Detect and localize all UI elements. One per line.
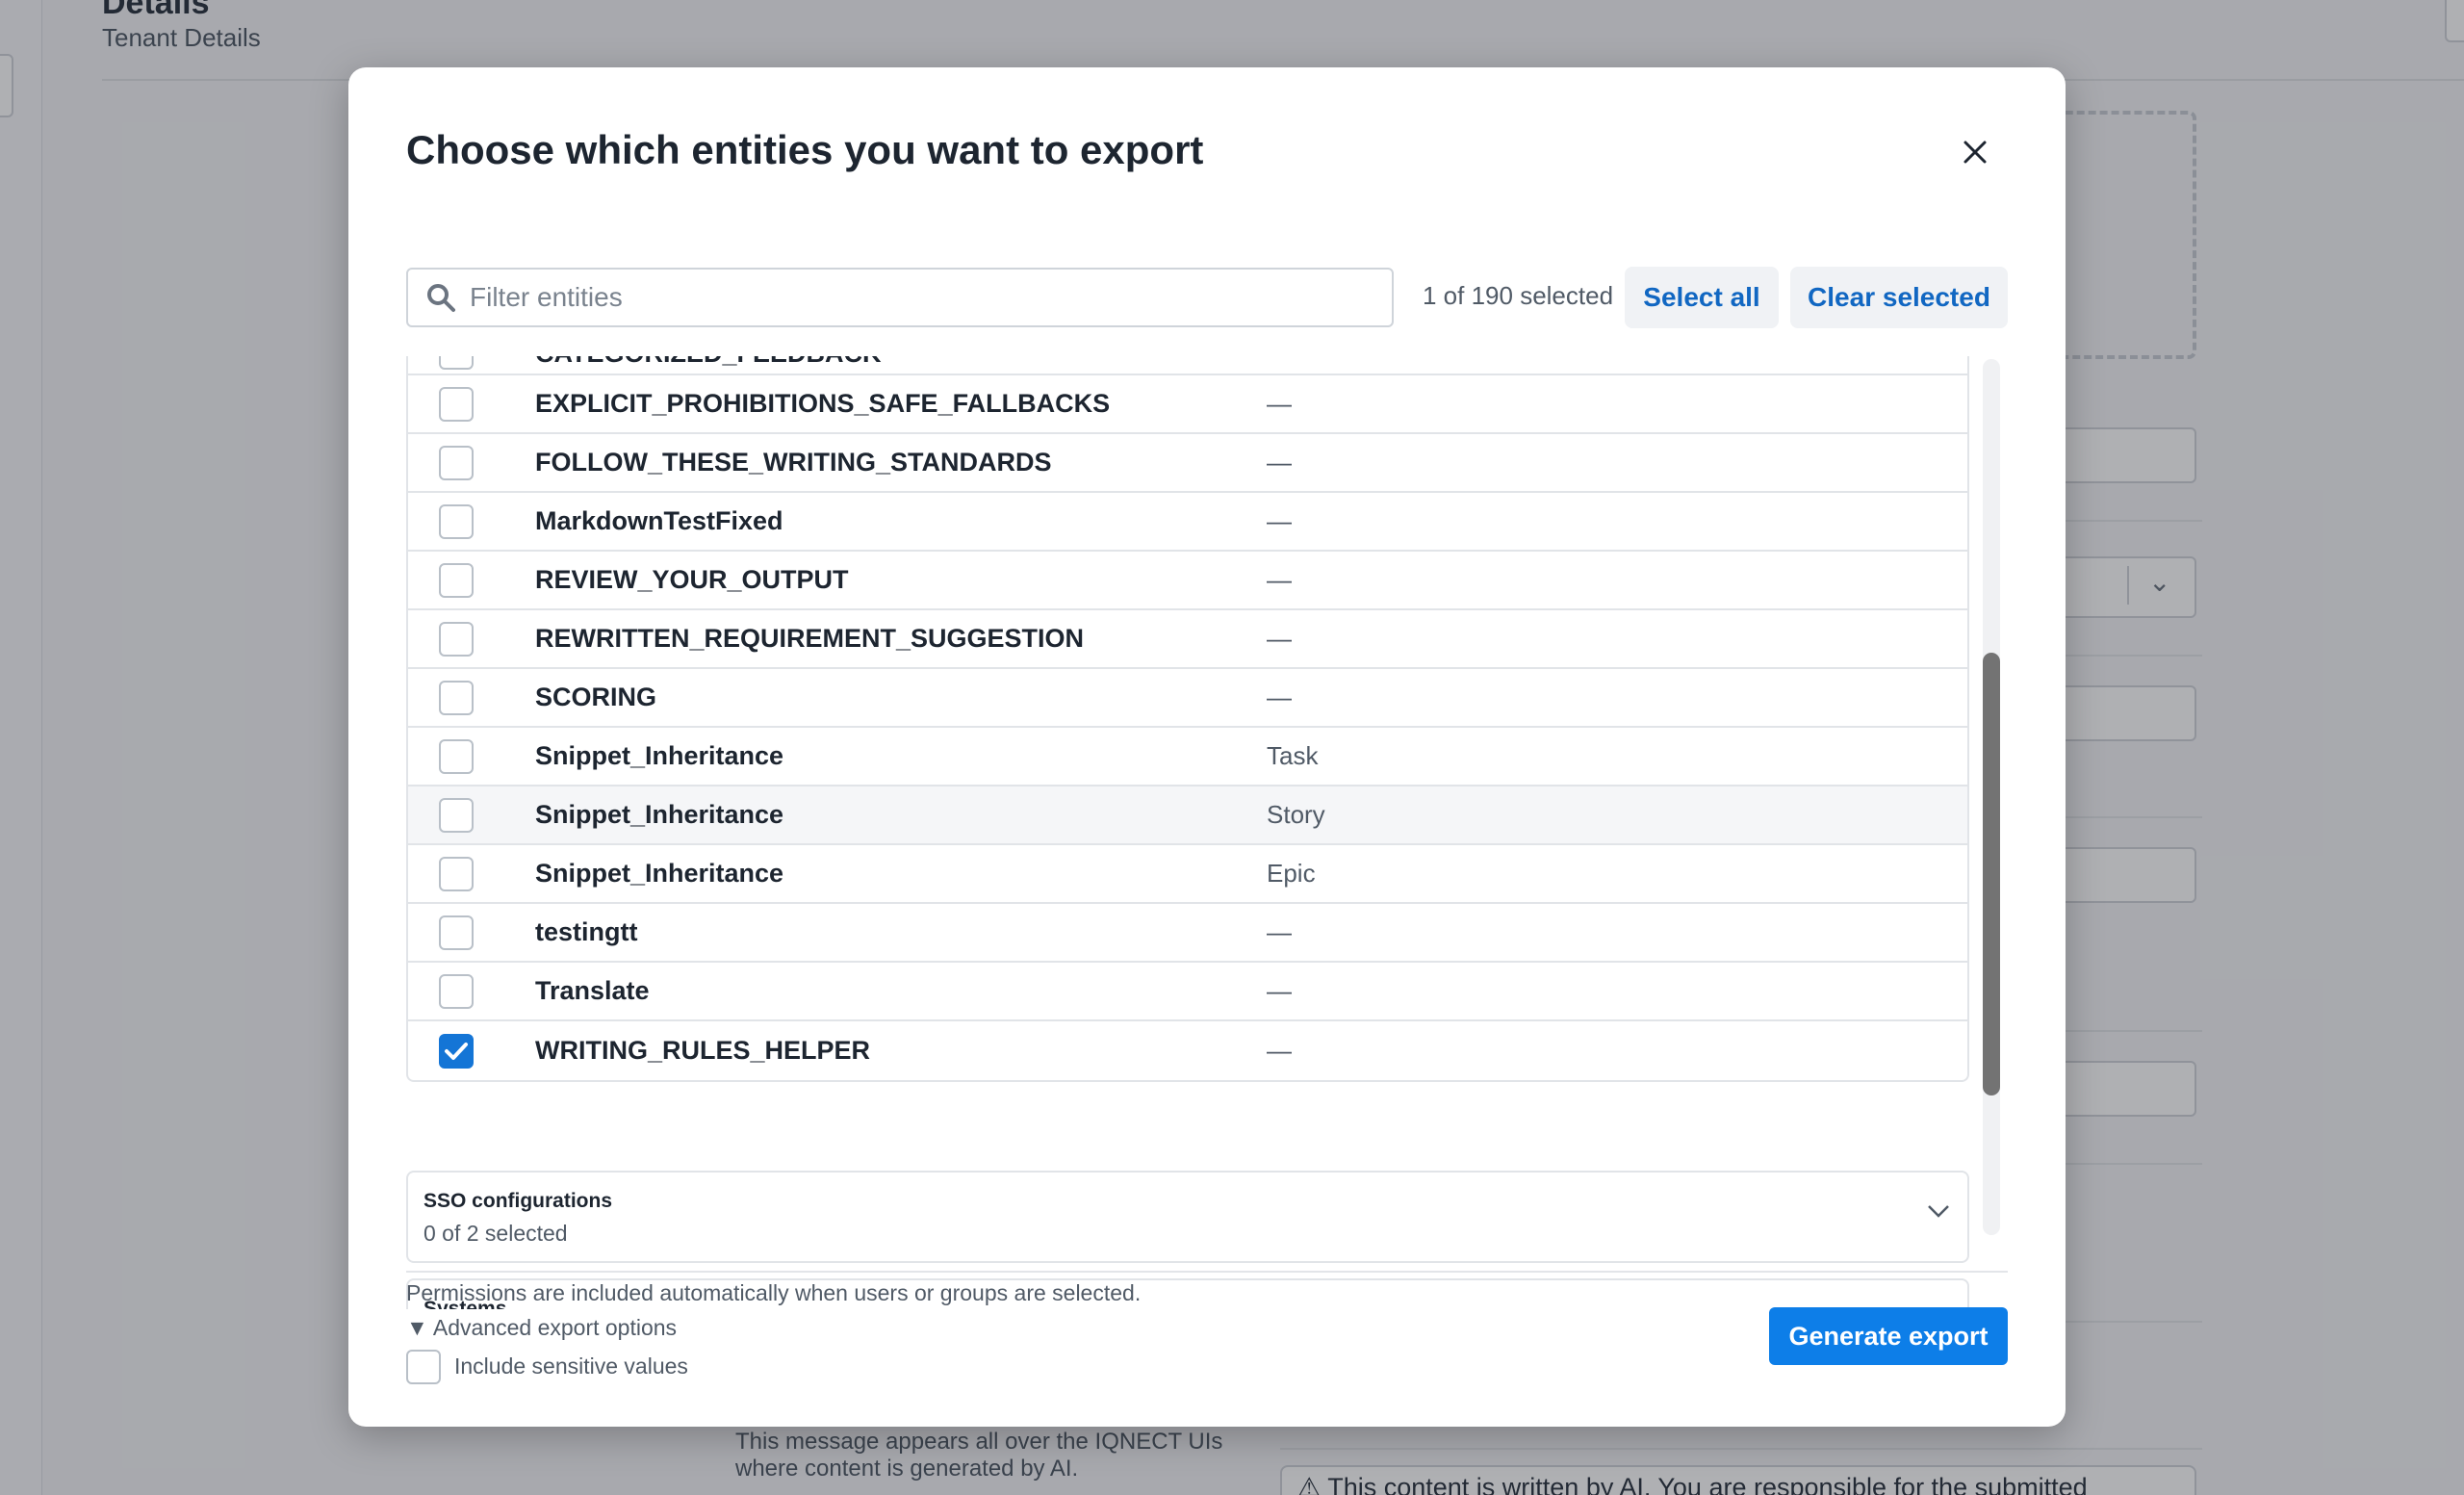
row-name: REVIEW_YOUR_OUTPUT [535, 565, 849, 594]
row-type: Story [1267, 800, 1325, 829]
row-type: — [1267, 917, 1292, 946]
table-row[interactable]: Translate — [408, 963, 1967, 1021]
row-checkbox[interactable] [439, 738, 474, 774]
row-type: — [1267, 1036, 1292, 1065]
table-row[interactable]: Snippet_Inheritance Epic [408, 845, 1967, 904]
row-type: — [1267, 683, 1292, 711]
row-name: testingtt [535, 917, 638, 946]
group-count: 0 of 2 selected [424, 1221, 568, 1246]
select-all-button[interactable]: Select all [1625, 267, 1779, 328]
table-row[interactable]: Snippet_Inheritance Task [408, 728, 1967, 786]
search-icon [427, 284, 455, 312]
selection-count: 1 of 190 selected [1423, 281, 1614, 310]
group-title: SSO configurations [424, 1190, 613, 1212]
row-checkbox[interactable] [439, 1033, 474, 1069]
row-checkbox[interactable] [439, 386, 474, 422]
row-name: FOLLOW_THESE_WRITING_STANDARDS [535, 448, 1052, 477]
row-name: Snippet_Inheritance [535, 859, 784, 888]
row-type: — [1267, 624, 1292, 653]
row-type: — [1267, 976, 1292, 1005]
row-name: EXPLICIT_PROHIBITIONS_SAFE_FALLBACKS [535, 389, 1111, 418]
advanced-options-toggle[interactable]: ▼ Advanced export options [406, 1315, 677, 1341]
table-row[interactable]: EXPLICIT_PROHIBITIONS_SAFE_FALLBACKS — [408, 375, 1967, 434]
row-checkbox[interactable] [439, 797, 474, 833]
modal-title: Choose which entities you want to export [406, 127, 1204, 172]
row-name: MarkdownTestFixed [535, 506, 783, 535]
row-type: — [1267, 506, 1292, 535]
row-checkbox[interactable] [439, 562, 474, 598]
row-name: SCORING [535, 683, 657, 711]
row-type: — [1267, 448, 1292, 477]
divider [406, 1271, 2008, 1273]
checkmark-icon [445, 1042, 468, 1060]
scrollbar-track[interactable] [1983, 359, 2000, 1235]
row-name: CATEGORIZED_FEEDBACK [535, 356, 882, 369]
include-sensitive-label: Include sensitive values [454, 1353, 688, 1379]
row-checkbox[interactable] [439, 503, 474, 539]
row-checkbox[interactable] [439, 973, 474, 1009]
chevron-down-icon [1928, 1205, 1949, 1218]
row-type: Task [1267, 741, 1319, 770]
close-icon [1964, 141, 1987, 164]
table-row[interactable]: SCORING — [408, 669, 1967, 728]
search-field[interactable] [406, 268, 1394, 327]
row-name: REWRITTEN_REQUIREMENT_SUGGESTION [535, 624, 1085, 653]
table-row[interactable]: Snippet_Inheritance Story [408, 786, 1967, 845]
row-type: — [1267, 565, 1292, 594]
entity-table: CATEGORIZED_FEEDBACK EXPLICIT_PROHIBITIO… [406, 356, 1969, 1082]
row-checkbox[interactable] [439, 680, 474, 715]
table-row[interactable]: REWRITTEN_REQUIREMENT_SUGGESTION — [408, 610, 1967, 669]
clear-selected-button[interactable]: Clear selected [1790, 267, 2008, 328]
row-checkbox[interactable] [439, 621, 474, 657]
search-input[interactable] [470, 282, 1336, 313]
entity-list[interactable]: CATEGORIZED_FEEDBACK EXPLICIT_PROHIBITIO… [406, 356, 1969, 1309]
row-type: Epic [1267, 859, 1316, 888]
include-sensitive-checkbox[interactable] [406, 1350, 441, 1384]
row-name: Translate [535, 976, 650, 1005]
row-type: — [1267, 389, 1292, 418]
row-name: WRITING_RULES_HELPER [535, 1036, 871, 1065]
close-button[interactable] [1956, 133, 1994, 171]
group-sso-configurations[interactable]: SSO configurations 0 of 2 selected [406, 1171, 1969, 1263]
table-row[interactable]: REVIEW_YOUR_OUTPUT — [408, 552, 1967, 610]
table-row[interactable]: CATEGORIZED_FEEDBACK [408, 356, 1967, 375]
row-name: Snippet_Inheritance [535, 800, 784, 829]
row-checkbox[interactable] [439, 356, 474, 370]
row-checkbox[interactable] [439, 445, 474, 480]
table-row[interactable]: WRITING_RULES_HELPER — [408, 1021, 1967, 1080]
table-row[interactable]: FOLLOW_THESE_WRITING_STANDARDS — [408, 434, 1967, 493]
row-checkbox[interactable] [439, 856, 474, 891]
row-name: Snippet_Inheritance [535, 741, 784, 770]
generate-export-button[interactable]: Generate export [1769, 1307, 2008, 1365]
row-checkbox[interactable] [439, 915, 474, 950]
table-row[interactable]: testingtt — [408, 904, 1967, 963]
table-row[interactable]: MarkdownTestFixed — [408, 493, 1967, 552]
export-modal: Choose which entities you want to export… [348, 67, 2066, 1427]
scrollbar-thumb[interactable] [1983, 653, 2000, 1095]
permissions-note: Permissions are included automatically w… [406, 1280, 1142, 1305]
